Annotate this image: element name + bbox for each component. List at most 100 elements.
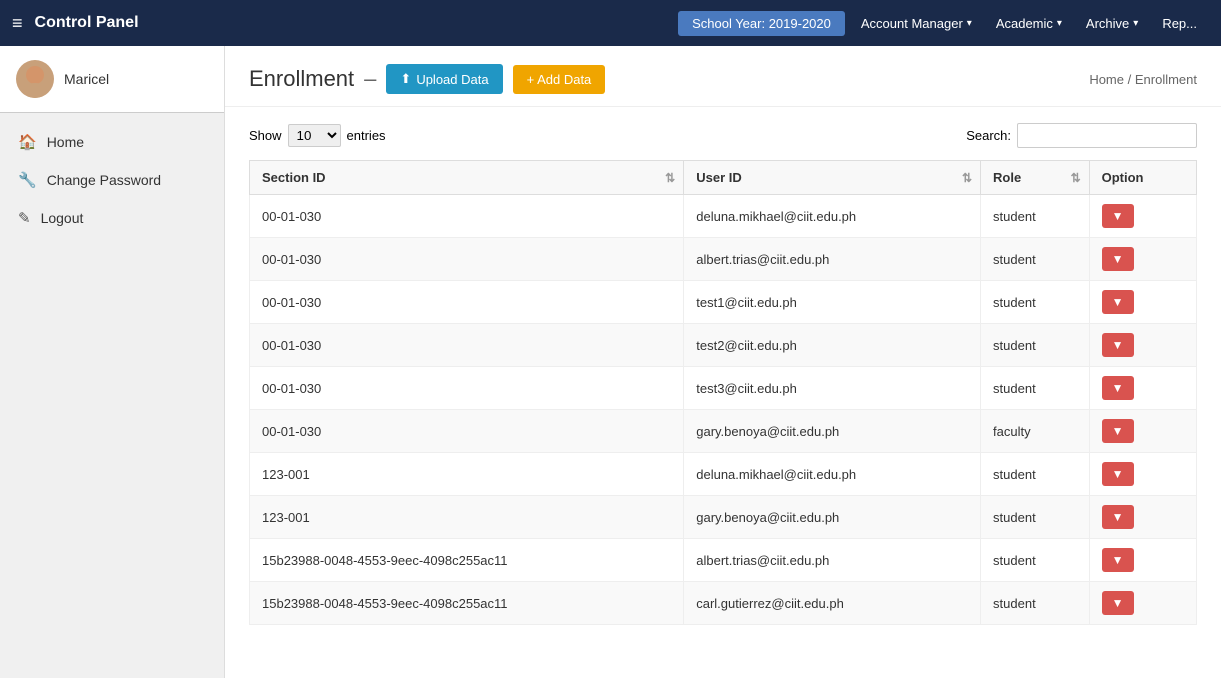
show-entries: Show 10 25 50 100 entries <box>249 124 386 147</box>
cell-role: student <box>981 324 1090 367</box>
archive-caret-icon: ▾ <box>1133 18 1138 29</box>
option-dropdown-button[interactable]: ▼ <box>1102 505 1134 529</box>
sidebar-item-change-password[interactable]: 🔧 Change Password <box>0 161 224 199</box>
sidebar-nav: 🏠 Home 🔧 Change Password ✎ Logout <box>0 113 224 247</box>
cell-role: student <box>981 281 1090 324</box>
cell-role: faculty <box>981 410 1090 453</box>
option-dropdown-button[interactable]: ▼ <box>1102 376 1134 400</box>
option-dropdown-button[interactable]: ▼ <box>1102 548 1134 572</box>
cell-user-id: deluna.mikhael@ciit.edu.ph <box>684 195 981 238</box>
wrench-icon: 🔧 <box>18 171 37 189</box>
cell-role: student <box>981 539 1090 582</box>
avatar <box>16 60 54 98</box>
cell-user-id: test2@ciit.edu.ph <box>684 324 981 367</box>
cell-section-id: 15b23988-0048-4553-9eec-4098c255ac11 <box>250 582 684 625</box>
search-input[interactable] <box>1017 123 1197 148</box>
sidebar-toggle[interactable]: ≡ <box>12 13 23 34</box>
title-separator: – <box>364 66 376 92</box>
cell-user-id: carl.gutierrez@ciit.edu.ph <box>684 582 981 625</box>
cell-user-id: test1@ciit.edu.ph <box>684 281 981 324</box>
table-row: 00-01-030 test3@ciit.edu.ph student ▼ <box>250 367 1197 410</box>
cell-user-id: albert.trias@ciit.edu.ph <box>684 539 981 582</box>
option-dropdown-button[interactable]: ▼ <box>1102 419 1134 443</box>
academic-btn[interactable]: Academic ▾ <box>984 10 1074 37</box>
upload-icon: ⬆ <box>400 71 411 87</box>
cell-option: ▼ <box>1089 410 1196 453</box>
reports-btn[interactable]: Rep... <box>1150 10 1209 37</box>
option-dropdown-button[interactable]: ▼ <box>1102 462 1134 486</box>
cell-option: ▼ <box>1089 195 1196 238</box>
option-dropdown-button[interactable]: ▼ <box>1102 591 1134 615</box>
layout: Maricel 🏠 Home 🔧 Change Password ✎ Logou… <box>0 46 1221 678</box>
page-title-area: Enrollment – ⬆ Upload Data + Add Data <box>249 64 605 94</box>
cell-role: student <box>981 367 1090 410</box>
navbar: ≡ Control Panel School Year: 2019-2020 A… <box>0 0 1221 46</box>
table-row: 00-01-030 deluna.mikhael@ciit.edu.ph stu… <box>250 195 1197 238</box>
cell-user-id: albert.trias@ciit.edu.ph <box>684 238 981 281</box>
cell-user-id: gary.benoya@ciit.edu.ph <box>684 410 981 453</box>
user-id-sort-icon[interactable]: ⇅ <box>962 171 972 185</box>
table-row: 15b23988-0048-4553-9eec-4098c255ac11 alb… <box>250 539 1197 582</box>
cell-role: student <box>981 582 1090 625</box>
col-role: Role ⇅ <box>981 161 1090 195</box>
breadcrumb-current: Enrollment <box>1135 72 1197 87</box>
cell-role: student <box>981 453 1090 496</box>
table-row: 00-01-030 test1@ciit.edu.ph student ▼ <box>250 281 1197 324</box>
archive-btn[interactable]: Archive ▾ <box>1074 10 1150 37</box>
entries-select[interactable]: 10 25 50 100 <box>288 124 341 147</box>
school-year-badge: School Year: 2019-2020 <box>678 11 845 36</box>
option-dropdown-button[interactable]: ▼ <box>1102 333 1134 357</box>
entries-label: entries <box>347 128 386 143</box>
page-title: Enrollment <box>249 66 354 92</box>
cell-section-id: 00-01-030 <box>250 410 684 453</box>
cell-section-id: 00-01-030 <box>250 324 684 367</box>
cell-option: ▼ <box>1089 453 1196 496</box>
table-header-row: Section ID ⇅ User ID ⇅ Role ⇅ Option <box>250 161 1197 195</box>
breadcrumb-home[interactable]: Home <box>1089 72 1124 87</box>
search-area: Search: <box>966 123 1197 148</box>
role-sort-icon[interactable]: ⇅ <box>1071 171 1081 185</box>
cell-section-id: 00-01-030 <box>250 238 684 281</box>
option-dropdown-button[interactable]: ▼ <box>1102 290 1134 314</box>
cell-section-id: 15b23988-0048-4553-9eec-4098c255ac11 <box>250 539 684 582</box>
section-id-sort-icon[interactable]: ⇅ <box>665 171 675 185</box>
cell-option: ▼ <box>1089 324 1196 367</box>
table-row: 00-01-030 albert.trias@ciit.edu.ph stude… <box>250 238 1197 281</box>
sidebar-item-logout-label: Logout <box>41 210 84 226</box>
table-area: Show 10 25 50 100 entries Search: <box>225 107 1221 641</box>
table-row: 00-01-030 gary.benoya@ciit.edu.ph facult… <box>250 410 1197 453</box>
option-dropdown-button[interactable]: ▼ <box>1102 247 1134 271</box>
cell-role: student <box>981 496 1090 539</box>
sidebar: Maricel 🏠 Home 🔧 Change Password ✎ Logou… <box>0 46 225 678</box>
cell-section-id: 123-001 <box>250 453 684 496</box>
option-dropdown-button[interactable]: ▼ <box>1102 204 1134 228</box>
cell-section-id: 00-01-030 <box>250 281 684 324</box>
sidebar-item-logout[interactable]: ✎ Logout <box>0 199 224 237</box>
search-label: Search: <box>966 128 1011 143</box>
sidebar-item-home-label: Home <box>47 134 84 150</box>
main-content: Enrollment – ⬆ Upload Data + Add Data Ho… <box>225 46 1221 678</box>
cell-option: ▼ <box>1089 367 1196 410</box>
cell-user-id: test3@ciit.edu.ph <box>684 367 981 410</box>
account-manager-caret-icon: ▾ <box>967 18 972 29</box>
sidebar-username: Maricel <box>64 71 109 87</box>
brand-title: Control Panel <box>35 14 139 32</box>
sidebar-item-home[interactable]: 🏠 Home <box>0 123 224 161</box>
breadcrumb: Home / Enrollment <box>1089 72 1197 87</box>
table-row: 00-01-030 test2@ciit.edu.ph student ▼ <box>250 324 1197 367</box>
add-data-button[interactable]: + Add Data <box>513 65 606 94</box>
cell-role: student <box>981 195 1090 238</box>
logout-icon: ✎ <box>18 209 31 227</box>
cell-option: ▼ <box>1089 582 1196 625</box>
cell-section-id: 123-001 <box>250 496 684 539</box>
cell-option: ▼ <box>1089 281 1196 324</box>
home-icon: 🏠 <box>18 133 37 151</box>
upload-data-button[interactable]: ⬆ Upload Data <box>386 64 502 94</box>
cell-section-id: 00-01-030 <box>250 195 684 238</box>
col-user-id: User ID ⇅ <box>684 161 981 195</box>
cell-section-id: 00-01-030 <box>250 367 684 410</box>
cell-option: ▼ <box>1089 238 1196 281</box>
account-manager-btn[interactable]: Account Manager ▾ <box>849 10 984 37</box>
col-section-id: Section ID ⇅ <box>250 161 684 195</box>
col-option: Option <box>1089 161 1196 195</box>
